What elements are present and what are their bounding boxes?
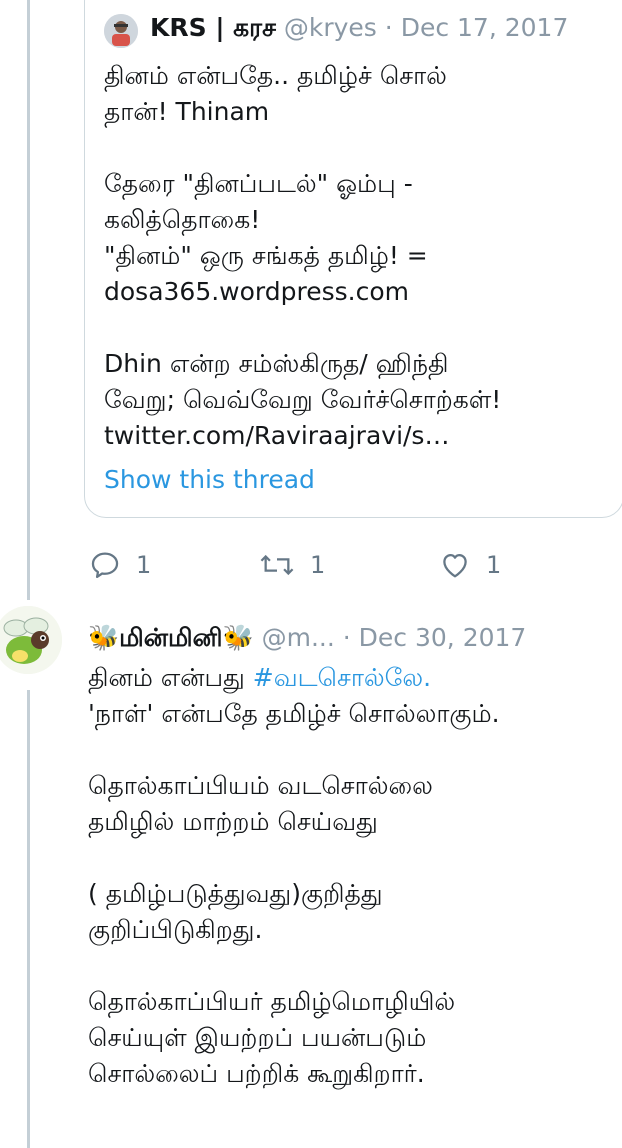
reply-tweet-date[interactable]: Dec 30, 2017	[359, 623, 527, 652]
like-button[interactable]: 1	[438, 545, 501, 585]
separator-dot: ·	[384, 13, 393, 42]
tweet-actions: 1 1 1	[84, 545, 622, 585]
like-count: 1	[486, 551, 502, 579]
reply-text-prefix: தினம் என்பது	[88, 663, 253, 692]
retweet-count: 1	[310, 551, 326, 579]
quoted-author-avatar[interactable]	[104, 14, 138, 48]
reply-button[interactable]: 1	[88, 545, 151, 585]
separator-dot: ·	[342, 623, 351, 652]
quoted-tweet-text: தினம் என்பதே.. தமிழ்ச் சொல் தான்! Thinam…	[104, 61, 502, 450]
quoted-tweet-date[interactable]: Dec 17, 2017	[401, 13, 569, 42]
reply-author-avatar[interactable]	[0, 606, 62, 674]
quoted-author-name[interactable]: KRS | கரச	[150, 13, 276, 42]
hashtag-link[interactable]: #வடசொல்லே.	[253, 663, 431, 692]
reply-author-handle[interactable]: @m...	[262, 623, 335, 652]
quoted-author-handle[interactable]: @kryes	[284, 13, 377, 42]
retweet-icon	[260, 554, 294, 576]
quoted-tweet-header: KRS | கரச @kryes · Dec 17, 2017	[150, 10, 568, 46]
thread-line-bottom	[27, 690, 30, 1148]
bee-emoji-right: 🐝	[222, 623, 254, 652]
thread-line-top	[27, 0, 30, 600]
retweet-button[interactable]: 1	[258, 545, 325, 585]
reply-text-rest: 'நாள்' என்பதே தமிழ்ச் சொல்லாகும். தொல்கா…	[88, 699, 500, 1088]
heart-icon	[443, 553, 467, 578]
reply-icon	[91, 552, 119, 579]
bee-emoji-left: 🐝	[88, 623, 120, 652]
reply-tweet-text: தினம் என்பது #வடசொல்லே. 'நாள்' என்பதே தம…	[88, 660, 618, 1092]
reply-author-name[interactable]: மின்மினி	[119, 623, 222, 652]
reply-count: 1	[136, 551, 152, 579]
reply-tweet-header: 🐝மின்மினி🐝 @m... · Dec 30, 2017	[88, 620, 526, 656]
show-thread-link[interactable]: Show this thread	[104, 462, 315, 498]
